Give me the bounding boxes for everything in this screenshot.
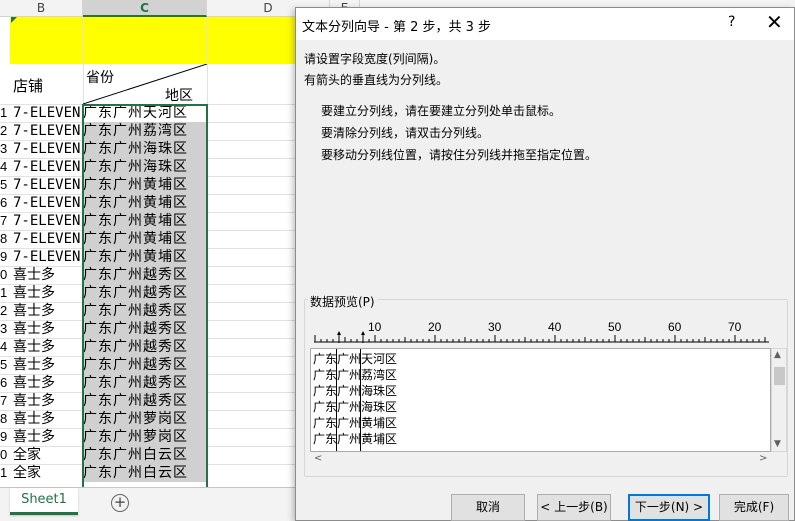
help-icon[interactable]: ? [728,14,735,30]
cell-store[interactable]: 喜士多 [13,338,83,356]
cell-store[interactable]: 7-ELEVEN [13,230,83,248]
preview-vertical-scrollbar[interactable]: ▲ ▼ [771,348,787,452]
cell-store[interactable]: 7-ELEVEN [13,194,83,212]
text-to-columns-dialog: 文本分列向导 - 第 2 步，共 3 步 ? ✕ 请设置字段宽度(列间隔)。 有… [295,7,795,521]
row-number[interactable]: 2 [0,303,10,318]
row-number[interactable]: 4 [0,159,10,174]
back-button[interactable]: < 上一步(B) [537,494,611,521]
ruler-tick-label: 50 [608,320,622,334]
column-header-c[interactable]: C [83,0,207,17]
yellow-header-band [10,17,295,64]
row-number[interactable]: 1 [0,465,10,480]
ruler-tick-label: 30 [488,320,502,334]
row-number[interactable]: 9 [0,429,10,444]
preview-row: 广东广州海珠区 [313,384,398,398]
cell-store[interactable]: 喜士多 [13,284,83,302]
add-sheet-icon[interactable]: + [111,494,129,512]
close-icon[interactable]: ✕ [766,11,783,33]
cell-store[interactable]: 7-ELEVEN [13,104,83,122]
dialog-titlebar[interactable]: 文本分列向导 - 第 2 步，共 3 步 ? ✕ [296,8,794,40]
selection-outline [82,104,208,487]
cell-store[interactable]: 7-ELEVEN [13,212,83,230]
column-break-line[interactable] [336,349,337,451]
cell-store[interactable]: 7-ELEVEN [13,248,83,266]
cell-store[interactable]: 7-ELEVEN [13,158,83,176]
row-number[interactable]: 5 [0,177,10,192]
cell-store[interactable]: 喜士多 [13,410,83,428]
cell-store[interactable]: 喜士多 [13,392,83,410]
row-number[interactable]: 8 [0,411,10,426]
cell-store[interactable]: 喜士多 [13,356,83,374]
ruler-tick-label: 60 [668,320,682,334]
preview-horizontal-scrollbar[interactable]: < > [310,452,771,468]
preview-row: 广东广州荔湾区 [313,368,398,382]
cell-store[interactable]: 喜士多 [13,302,83,320]
cell-store[interactable]: 7-ELEVEN [13,140,83,158]
preview-row: 广东广州天河区 [313,352,398,366]
preview-row: 广东广州黄埔区 [313,432,398,446]
row-number[interactable]: 9 [0,249,10,264]
row-number[interactable]: 2 [0,123,10,138]
row-number[interactable]: 0 [0,267,10,282]
row-number[interactable]: 8 [0,231,10,246]
scroll-left-icon[interactable]: < [314,453,322,464]
row-number[interactable]: 7 [0,213,10,228]
tab-sheet1[interactable]: Sheet1 [10,488,78,515]
row-number[interactable]: 4 [0,339,10,354]
cell-store[interactable]: 喜士多 [13,266,83,284]
cell-store[interactable]: 全家 [13,464,83,482]
cancel-button[interactable]: 取消 [451,494,525,521]
ruler-tick-label: 20 [428,320,442,334]
ruler-tick-label: 40 [548,320,562,334]
instruction-line-5: 要移动分列线位置，请按住分列线并拖至指定位置。 [321,148,598,162]
instruction-line-1: 请设置字段宽度(列间隔)。 [304,52,446,66]
dialog-title: 文本分列向导 - 第 2 步，共 3 步 [302,20,492,35]
cell-store[interactable]: 喜士多 [13,374,83,392]
scroll-thumb[interactable] [774,367,785,385]
row-number[interactable]: 1 [0,105,10,120]
instruction-line-2: 有箭头的垂直线为分列线。 [304,73,449,87]
ruler-tick-label: 10 [368,320,382,334]
scroll-right-icon[interactable]: > [759,453,767,464]
cell-store[interactable]: 7-ELEVEN [13,176,83,194]
ruler-tick-label: 70 [728,320,742,334]
cell-store[interactable]: 喜士多 [13,320,83,338]
row-number[interactable]: 3 [0,141,10,156]
scroll-down-icon[interactable]: ▼ [774,439,781,449]
header-store: 店铺 [13,77,44,95]
column-break-line[interactable] [360,349,361,451]
next-button[interactable]: 下一步(N) > [628,494,710,521]
finish-button[interactable]: 完成(F) [719,494,789,521]
row-number[interactable]: 0 [0,447,10,462]
preview-row: 广东广州海珠区 [313,400,398,414]
cell-store[interactable]: 全家 [13,446,83,464]
row-number[interactable]: 5 [0,357,10,372]
instruction-line-4: 要清除分列线，请双击分列线。 [321,126,490,140]
cell-store[interactable]: 7-ELEVEN [13,122,83,140]
cell-marker-icon [11,17,17,23]
cell-store[interactable]: 喜士多 [13,428,83,446]
preview-row: 广东广州黄埔区 [313,416,398,430]
preview-label: 数据预览(P) [308,293,377,310]
column-header-b[interactable]: B [0,0,83,17]
data-preview-box[interactable]: 广东广州黄埔区 广东广州黄埔区 广东广州海珠区 广东广州海珠区 广东广州荔湾区 广东广州天… [310,348,771,452]
scroll-up-icon[interactable]: ▲ [774,350,781,360]
diagonal-border [83,64,207,104]
row-number[interactable]: 6 [0,375,10,390]
row-number[interactable]: 3 [0,321,10,336]
row-number[interactable]: 1 [0,285,10,300]
row-number[interactable]: 7 [0,393,10,408]
column-ruler[interactable]: 10 20 30 40 50 60 70 [314,320,769,343]
instruction-line-3: 要建立分列线，请在要建立分列处单击鼠标。 [321,104,562,118]
row-number[interactable]: 6 [0,195,10,210]
